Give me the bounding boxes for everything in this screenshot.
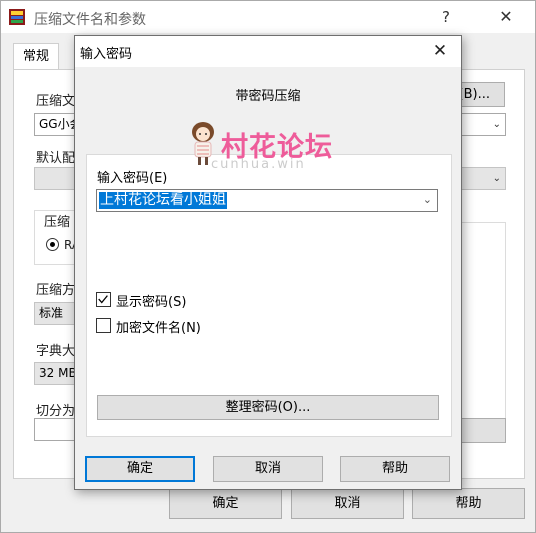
cancel-button[interactable]: 取消 <box>291 488 404 519</box>
close-icon[interactable]: ✕ <box>425 40 455 62</box>
password-dialog: 输入密码 ✕ 带密码压缩 输入密码(E) 上村花论坛看小姐姐 ⌄ 村花论坛 cu… <box>74 35 462 490</box>
encrypt-filenames-label: 加密文件名(N) <box>116 321 201 336</box>
watermark-logo: 村花论坛 cunhua.win <box>179 121 339 181</box>
format-group-label: 压缩 <box>44 215 71 230</box>
dialog-help-button[interactable]: 帮助 <box>340 456 450 482</box>
window-title: 压缩文件名和参数 <box>34 12 146 28</box>
method-label: 压缩方 <box>36 283 76 298</box>
password-input[interactable]: 上村花论坛看小姐姐 ⌄ <box>96 189 438 212</box>
ok-button[interactable]: 确定 <box>169 488 282 519</box>
dict-label: 字典大 <box>36 344 76 359</box>
winrar-app-icon <box>9 9 25 25</box>
password-label: 输入密码(E) <box>97 171 168 186</box>
dialog-ok-button[interactable]: 确定 <box>85 456 195 482</box>
checkbox-checked-icon[interactable] <box>96 292 111 307</box>
tab-general[interactable]: 常规 <box>13 43 59 70</box>
browse-button-label: (B)... <box>458 87 490 102</box>
close-icon[interactable]: ✕ <box>491 7 521 27</box>
watermark-subtext: cunhua.win <box>211 157 306 172</box>
dialog-subtitle: 带密码压缩 <box>235 89 301 104</box>
window-titlebar: 压缩文件名和参数 ? ✕ <box>1 1 535 33</box>
dict-value: 32 MB <box>39 366 77 380</box>
format-radio[interactable] <box>46 238 59 251</box>
help-icon[interactable]: ? <box>431 7 461 27</box>
chevron-down-icon: ⌄ <box>492 173 501 184</box>
method-value: 标准 <box>39 306 64 320</box>
chevron-down-icon[interactable]: ⌄ <box>423 193 432 206</box>
chevron-down-icon: ⌄ <box>492 119 501 130</box>
dialog-cancel-button[interactable]: 取消 <box>213 456 323 482</box>
checkbox-unchecked-icon[interactable] <box>96 318 111 333</box>
profile-label: 默认配 <box>36 151 76 166</box>
dialog-titlebar: 输入密码 ✕ <box>75 36 461 67</box>
organize-passwords-button[interactable]: 整理密码(O)... <box>97 395 439 420</box>
password-value: 上村花论坛看小姐姐 <box>99 192 227 209</box>
help-button[interactable]: 帮助 <box>412 488 525 519</box>
split-label: 切分为 <box>36 404 76 419</box>
show-password-label: 显示密码(S) <box>116 295 187 310</box>
dialog-title: 输入密码 <box>80 47 133 62</box>
archive-name-label: 压缩文 <box>36 94 76 109</box>
